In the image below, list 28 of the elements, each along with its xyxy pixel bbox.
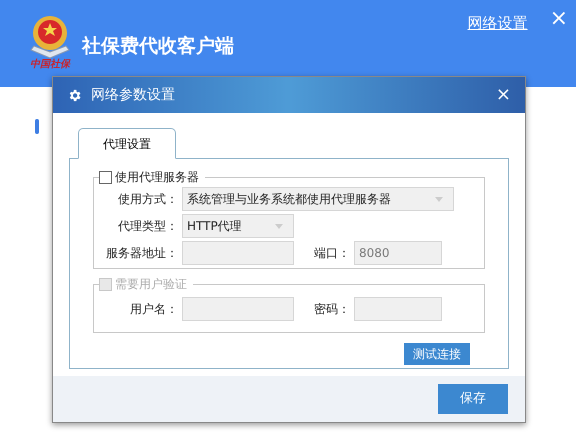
field-label: 端口： xyxy=(313,245,350,262)
field-label: 密码： xyxy=(313,301,350,318)
caret-icon xyxy=(275,224,283,228)
field-label: 用户名： xyxy=(129,301,178,318)
field-label: 使用方式： xyxy=(117,191,178,208)
nav-indicator xyxy=(35,119,39,134)
field-label: 服务器地址： xyxy=(105,245,178,262)
dialog-title: 网络参数设置 xyxy=(91,86,176,104)
field-label: 代理类型： xyxy=(117,218,178,235)
input-field[interactable]: 8080 xyxy=(354,241,442,265)
dropdown[interactable]: HTTP代理 xyxy=(182,214,294,238)
test-connection-button[interactable]: 测试连接 xyxy=(404,343,470,365)
checkbox-label: 需要用户验证 xyxy=(115,276,187,293)
input-field[interactable] xyxy=(354,297,442,321)
dialog-close-button[interactable]: × xyxy=(496,86,511,104)
caret-icon xyxy=(435,196,443,202)
app-title: 社保费代收客户端 xyxy=(82,34,234,59)
dropdown[interactable]: 系统管理与业务系统都使用代理服务器 xyxy=(182,187,454,211)
input-field[interactable] xyxy=(182,297,294,321)
tab[interactable]: 代理设置 xyxy=(78,128,176,159)
save-button[interactable]: 保存 xyxy=(438,384,508,414)
input-field[interactable] xyxy=(182,241,294,265)
gear-icon xyxy=(67,88,82,102)
network-settings-link[interactable]: 网络设置 xyxy=(468,12,528,34)
checkbox[interactable] xyxy=(99,170,112,184)
checkbox-label: 使用代理服务器 xyxy=(115,169,199,186)
logo-caption: 中国社保 xyxy=(30,60,70,70)
close-button[interactable]: × xyxy=(550,8,568,30)
